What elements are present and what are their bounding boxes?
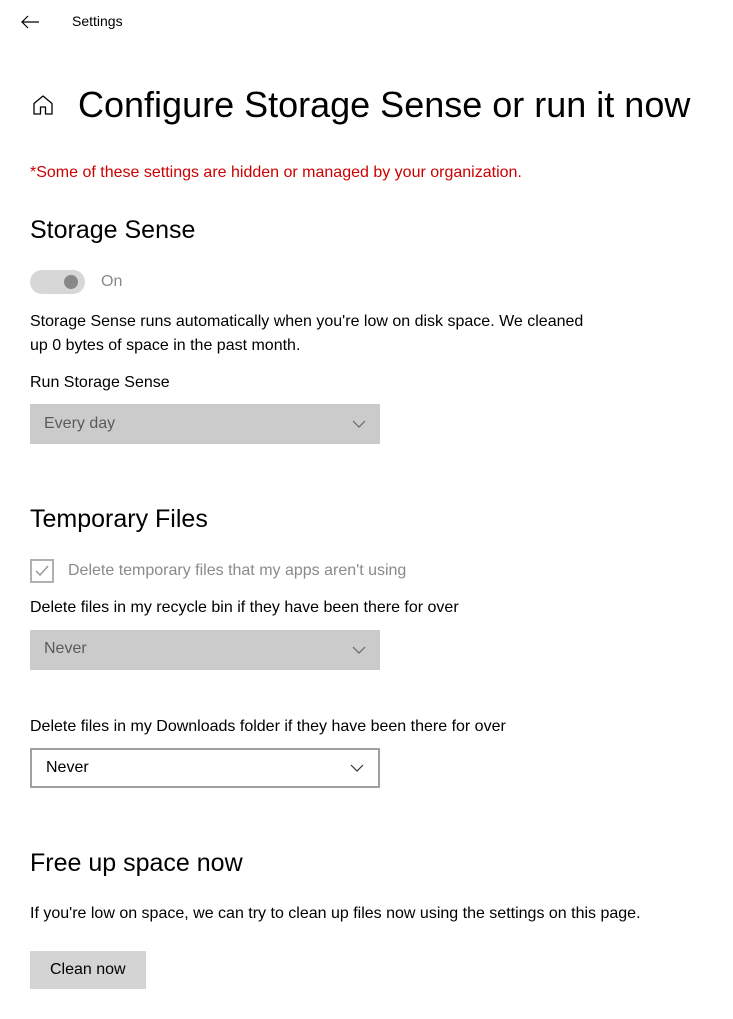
org-warning: *Some of these settings are hidden or ma… xyxy=(30,162,703,184)
topbar: Settings xyxy=(0,0,733,42)
storage-sense-description: Storage Sense runs automatically when yo… xyxy=(30,310,590,358)
chevron-down-icon xyxy=(352,417,366,431)
toggle-knob xyxy=(64,275,78,289)
chevron-down-icon xyxy=(352,643,366,657)
storage-sense-toggle-row: On xyxy=(30,270,703,294)
recycle-bin-dropdown[interactable]: Never xyxy=(30,630,380,670)
storage-sense-heading: Storage Sense xyxy=(30,213,703,248)
page-title: Configure Storage Sense or run it now xyxy=(78,80,690,130)
storage-sense-toggle[interactable] xyxy=(30,270,85,294)
chevron-down-icon xyxy=(350,761,364,775)
back-arrow-icon[interactable] xyxy=(20,12,40,32)
run-storage-sense-dropdown[interactable]: Every day xyxy=(30,404,380,444)
run-storage-sense-label: Run Storage Sense xyxy=(30,372,703,394)
temporary-files-heading: Temporary Files xyxy=(30,502,703,537)
page-header: Configure Storage Sense or run it now xyxy=(30,80,703,130)
free-up-heading: Free up space now xyxy=(30,846,703,881)
delete-temp-checkbox[interactable] xyxy=(30,559,54,583)
delete-temp-checkbox-row: Delete temporary files that my apps aren… xyxy=(30,559,703,583)
downloads-value: Never xyxy=(46,757,89,779)
downloads-dropdown[interactable]: Never xyxy=(30,748,380,788)
topbar-title: Settings xyxy=(72,12,123,32)
run-storage-sense-value: Every day xyxy=(44,413,115,435)
storage-sense-toggle-label: On xyxy=(101,271,122,293)
free-up-description: If you're low on space, we can try to cl… xyxy=(30,903,703,925)
clean-now-button[interactable]: Clean now xyxy=(30,951,146,989)
downloads-label: Delete files in my Downloads folder if t… xyxy=(30,716,703,738)
delete-temp-checkbox-label: Delete temporary files that my apps aren… xyxy=(68,560,406,582)
recycle-bin-label: Delete files in my recycle bin if they h… xyxy=(30,597,703,619)
home-icon[interactable] xyxy=(30,92,56,118)
recycle-bin-value: Never xyxy=(44,638,87,660)
